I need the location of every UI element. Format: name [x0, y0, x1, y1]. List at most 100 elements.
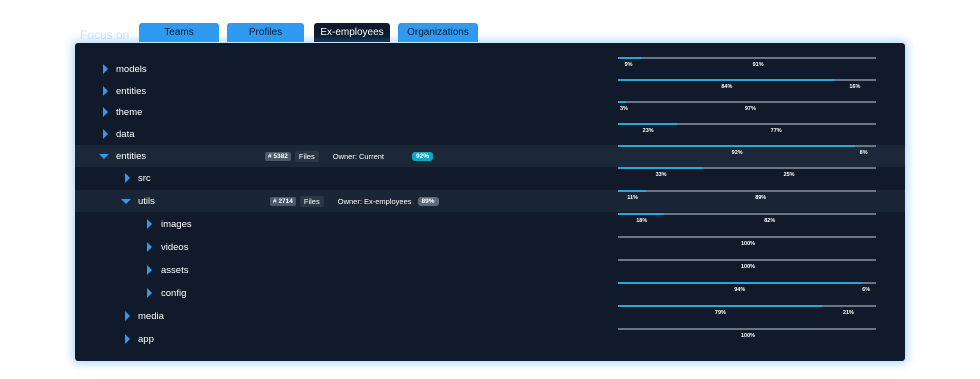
tree-row-selected[interactable]: entities # 5382 Files Owner: Current 92%	[75, 145, 615, 167]
progress-bar: 79% 21%	[618, 305, 876, 325]
progress-left-label: 33%	[655, 172, 667, 178]
progress-track	[618, 57, 876, 59]
caret-right-icon	[122, 310, 132, 322]
progress-track	[618, 236, 876, 238]
progress-fill	[618, 101, 626, 103]
files-chip[interactable]: Files	[294, 150, 319, 162]
percent-badge: 92%	[412, 151, 434, 161]
tree-row[interactable]: entities	[75, 80, 615, 102]
progress-right-label: 25%	[783, 172, 795, 178]
progress-fill	[618, 145, 855, 147]
progress-right-label: 16%	[849, 84, 861, 90]
tree-row-label: utils	[138, 195, 155, 207]
tree-row-label: entities	[116, 85, 147, 97]
progress-left-label: 79%	[714, 310, 726, 316]
tree-row-label: theme	[116, 106, 143, 118]
progress-right-label: 91%	[752, 62, 764, 68]
tree-row-label: app	[138, 333, 154, 345]
caret-right-icon	[144, 264, 154, 276]
caret-right-icon	[100, 63, 110, 75]
caret-right-icon	[144, 241, 154, 253]
focus-on-label: Focus on	[80, 28, 130, 42]
tree-row[interactable]: images	[75, 213, 615, 235]
file-count-badge: # 2714	[270, 196, 296, 206]
tree-row[interactable]: app	[75, 328, 615, 350]
progress-fill	[618, 79, 835, 81]
progress-fill	[618, 213, 664, 215]
tree-row-label: images	[161, 218, 192, 230]
tree-row-label: config	[161, 287, 187, 299]
caret-right-icon	[100, 128, 110, 140]
file-count-badge: # 5382	[265, 151, 291, 161]
progress-right-label: 100%	[741, 333, 756, 339]
progress-left-label: 92%	[731, 150, 743, 156]
progress-track	[618, 101, 876, 103]
progress-left-label: 11%	[627, 195, 638, 201]
progress-bar: 100%	[618, 328, 876, 348]
owner-text: Owner: Ex-employees	[337, 196, 412, 206]
progress-bar: 18% 82%	[618, 213, 876, 233]
caret-right-icon	[122, 172, 132, 184]
tab-teams[interactable]: Teams	[139, 23, 219, 42]
progress-bar: 9% 91%	[618, 57, 876, 77]
caret-right-icon	[144, 218, 154, 230]
caret-right-icon	[100, 85, 110, 97]
tab-profiles[interactable]: Profiles	[227, 23, 304, 42]
tree-row[interactable]: config	[75, 282, 615, 304]
row-meta: # 5382 Files Owner: Current 92%	[265, 150, 434, 162]
progress-right-label: 89%	[755, 195, 767, 201]
progress-bar: 94% 6%	[618, 282, 876, 302]
progress-left-label: 94%	[734, 287, 746, 293]
progress-right-label: 77%	[770, 128, 782, 134]
progress-fill	[618, 123, 677, 125]
progress-bar: 92% 8%	[618, 145, 876, 165]
tree-row-label: src	[138, 172, 151, 184]
owner-text: Owner: Current	[332, 151, 385, 161]
progress-track	[618, 328, 876, 330]
tree-row-label: models	[116, 63, 147, 75]
progress-right-label: 8%	[859, 150, 868, 156]
progress-bar: 33% 25%	[618, 167, 876, 187]
progress-right-label: 82%	[764, 218, 776, 224]
tree-row-label: media	[138, 310, 164, 322]
progress-fill	[618, 167, 703, 169]
progress-left-label: 3%	[620, 106, 628, 112]
progress-left-label: 9%	[624, 62, 633, 68]
progress-bar: 3% 97%	[618, 101, 876, 121]
caret-right-icon	[144, 287, 154, 299]
progress-right-label: 100%	[741, 241, 756, 247]
row-meta: # 2714 Files Owner: Ex-employees 89%	[270, 195, 439, 207]
tree-row[interactable]: data	[75, 123, 615, 145]
progress-track	[618, 190, 876, 192]
progress-bar: 100%	[618, 259, 876, 279]
progress-bar: 100%	[618, 236, 876, 256]
tree-row-label: videos	[161, 241, 189, 253]
tab-ex-employees[interactable]: Ex-employees	[314, 23, 390, 42]
progress-fill	[618, 57, 641, 59]
progress-fill	[618, 282, 861, 284]
tree-row[interactable]: assets	[75, 259, 615, 281]
tree-row-label: data	[116, 128, 135, 140]
progress-right-label: 21%	[842, 310, 854, 316]
files-chip[interactable]: Files	[299, 195, 324, 207]
progress-right-label: 6%	[862, 287, 871, 293]
progress-left-label: 23%	[642, 128, 654, 134]
progress-right-label: 97%	[744, 106, 756, 112]
progress-track	[618, 259, 876, 261]
tree-row-expanded[interactable]: utils # 2714 Files Owner: Ex-employees 8…	[75, 190, 615, 212]
tree-row[interactable]: theme	[75, 101, 615, 123]
tree-row[interactable]: media	[75, 305, 615, 327]
tab-organizations[interactable]: Organizations	[398, 23, 478, 42]
progress-bar: 11% 89%	[618, 190, 876, 210]
percent-badge: 89%	[417, 196, 439, 206]
tree-row-label: entities	[116, 150, 147, 162]
tree-row[interactable]: src	[75, 167, 615, 189]
caret-right-icon	[100, 106, 110, 118]
progress-right-label: 100%	[741, 264, 756, 270]
progress-fill	[618, 190, 646, 192]
progress-fill	[618, 305, 822, 307]
progress-bar: 23% 77%	[618, 123, 876, 143]
caret-right-icon	[122, 333, 132, 345]
tree-row[interactable]: models	[75, 58, 615, 80]
tree-row[interactable]: videos	[75, 236, 615, 258]
